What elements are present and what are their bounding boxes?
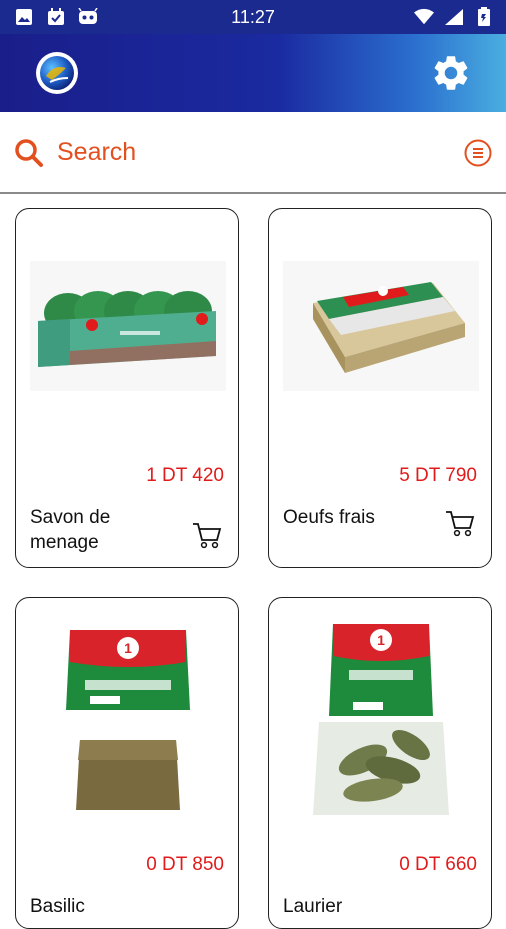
app-logo[interactable] xyxy=(36,52,78,94)
svg-text:1: 1 xyxy=(377,632,385,648)
cart-icon[interactable] xyxy=(192,521,222,549)
search-bar[interactable]: Search xyxy=(0,112,506,194)
signal-icon xyxy=(444,7,464,27)
wifi-icon xyxy=(414,7,434,27)
product-card[interactable]: 1 DT 420 Savon de menage xyxy=(15,208,239,568)
status-bar: 11:27 xyxy=(0,0,506,34)
settings-gear-icon[interactable] xyxy=(430,52,472,94)
product-image[interactable] xyxy=(283,261,479,391)
product-card[interactable]: 1 0 DT 850 Basilic xyxy=(15,597,239,929)
filter-list-icon[interactable] xyxy=(464,139,492,167)
product-price: 5 DT 790 xyxy=(399,465,477,486)
product-image[interactable]: 1 xyxy=(30,610,226,825)
cart-icon[interactable] xyxy=(445,509,475,537)
product-price: 0 DT 660 xyxy=(399,854,477,875)
product-price: 1 DT 420 xyxy=(146,465,224,486)
product-price: 0 DT 850 xyxy=(146,854,224,875)
product-card[interactable]: 5 DT 790 Oeufs frais xyxy=(268,208,492,568)
product-name: Laurier xyxy=(283,896,343,917)
search-label[interactable]: Search xyxy=(57,138,136,167)
battery-icon xyxy=(474,7,494,27)
search-icon[interactable] xyxy=(14,138,44,168)
product-name: Basilic xyxy=(30,896,85,917)
product-name: Savon de menage xyxy=(30,507,111,553)
app-bar xyxy=(0,34,506,112)
product-image[interactable]: 1 xyxy=(283,610,479,825)
product-card[interactable]: 1 0 DT 660 Laurier xyxy=(268,597,492,929)
product-name: Oeufs frais xyxy=(283,507,375,528)
product-image[interactable] xyxy=(30,261,226,391)
svg-text:1: 1 xyxy=(124,640,132,656)
